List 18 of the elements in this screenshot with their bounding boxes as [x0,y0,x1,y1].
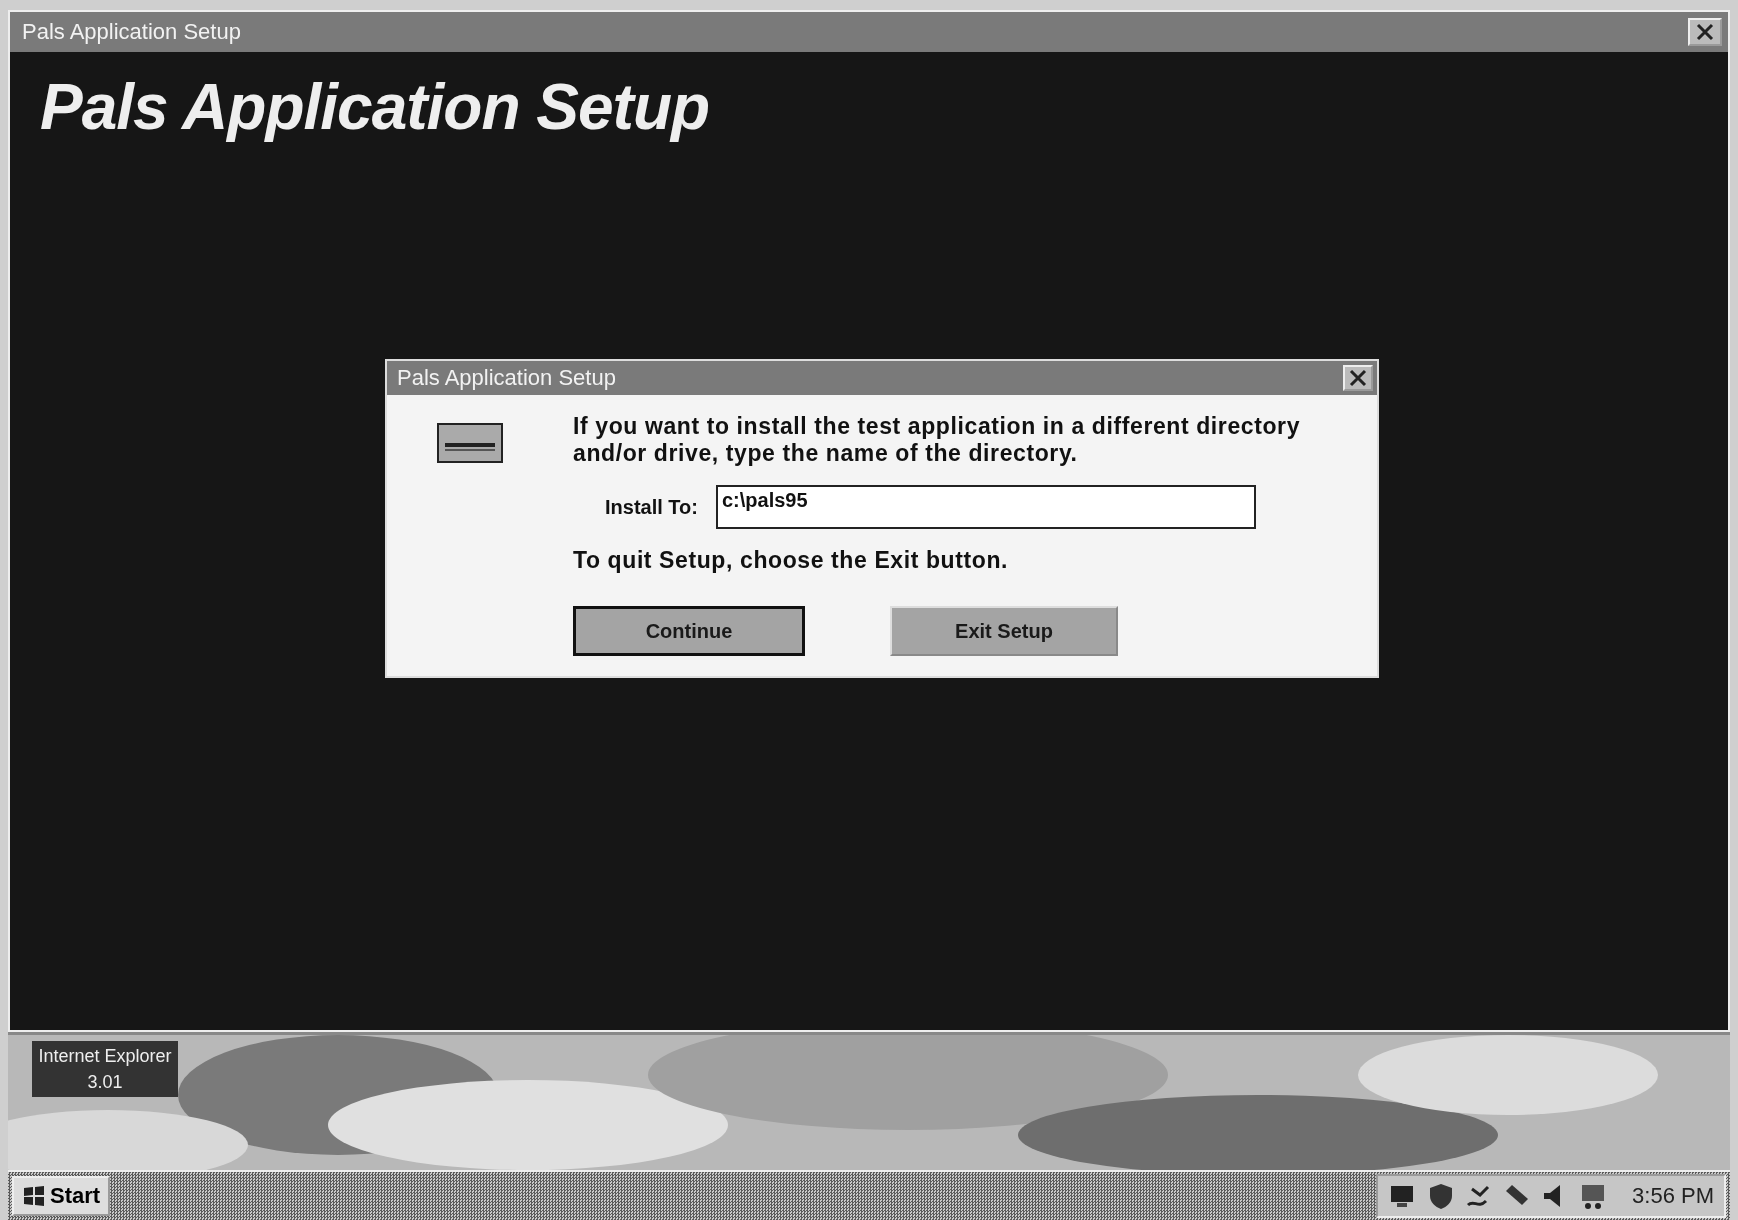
start-button[interactable]: Start [12,1176,111,1216]
windows-logo-icon [22,1185,46,1207]
exit-button[interactable]: Exit Setup [890,606,1118,656]
close-button[interactable] [1688,18,1722,46]
clock: 3:56 PM [1632,1183,1714,1209]
setup-heading: Pals Application Setup [40,70,710,144]
close-icon [1348,369,1368,387]
desktop-icon-label[interactable]: Internet Explorer 3.01 [32,1041,178,1097]
drive-icon [437,423,503,463]
instruction-text: If you want to install the test application in a different directory and/or drive, type the name of the directory. [573,413,1302,467]
exit-note: To quit Setup, choose the Exit button. [573,547,1010,574]
dialog-title: Pals Application Setup [397,365,616,391]
window-title: Pals Application Setup [22,19,241,45]
close-button[interactable] [1343,365,1373,391]
continue-button[interactable]: Continue [573,606,805,656]
field-label: Install To: [605,495,698,519]
close-icon [1695,23,1715,41]
install-path-field[interactable]: c:\pals95 [715,485,1256,529]
